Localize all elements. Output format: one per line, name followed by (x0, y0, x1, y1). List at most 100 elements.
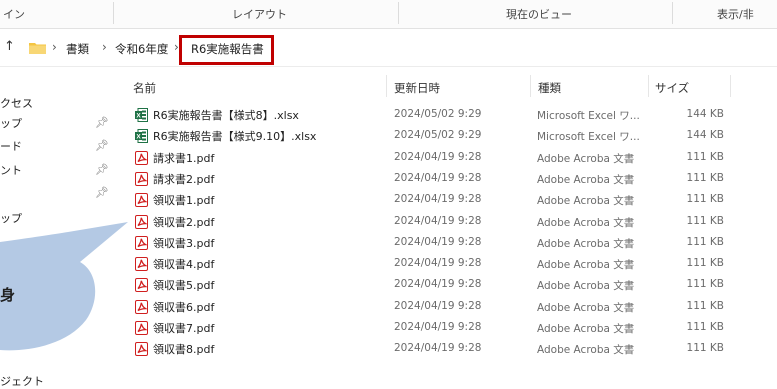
column-divider[interactable] (386, 75, 387, 97)
file-row[interactable]: 請求書1.pdf 2024/04/19 9:28 Adobe Acroba 文書 11… (116, 148, 777, 167)
file-row[interactable]: 領収書1.pdf 2024/04/19 9:28 Adobe Acroba 文書 11… (116, 190, 777, 209)
file-name[interactable]: 請求書2.pdf (153, 171, 214, 187)
file-name[interactable]: 領収書4.pdf (153, 256, 214, 272)
file-date: 2024/04/19 9:28 (394, 171, 482, 184)
file-row[interactable]: 領収書3.pdf 2024/04/19 9:28 Adobe Acroba 文書 11… (116, 233, 777, 252)
nav-item-desktop-2[interactable]: ップ (0, 210, 22, 226)
column-header-date[interactable]: 更新日時 (394, 80, 440, 96)
file-row[interactable]: X R6実施報告書【様式9.10】.xlsx 2024/05/02 9:29 Micr… (116, 126, 777, 145)
file-size: 111 KB (686, 214, 724, 227)
file-type: Adobe Acroba 文書 (537, 301, 635, 314)
file-name[interactable]: 領収書3.pdf (153, 235, 214, 251)
column-header-name[interactable]: 名前 (133, 80, 156, 96)
file-date: 2024/04/19 9:28 (394, 321, 482, 333)
pin-icon: 📌︎ (95, 116, 109, 129)
file-name[interactable]: 領収書1.pdf (153, 192, 214, 208)
nav-item-3d-objects[interactable]: ジェクト (0, 373, 44, 389)
breadcrumb-fiscal-year[interactable]: 令和6年度 (115, 41, 168, 57)
file-name[interactable]: R6実施報告書【様式9.10】.xlsx (153, 128, 316, 144)
pdf-icon (135, 299, 148, 314)
file-type: Adobe Acroba 文書 (537, 237, 635, 250)
nav-item-documents[interactable]: ント (0, 162, 22, 178)
file-date: 2024/04/19 9:28 (394, 235, 482, 248)
file-name[interactable]: 領収書2.pdf (153, 214, 214, 230)
column-header-size[interactable]: サイズ (655, 80, 689, 96)
file-date: 2024/04/19 9:28 (394, 150, 482, 163)
pdf-icon (135, 192, 148, 208)
breadcrumb-highlight-box (179, 35, 274, 65)
file-row[interactable]: 領収書4.pdf 2024/04/19 9:28 Adobe Acroba 文書 11… (116, 254, 777, 273)
up-arrow-icon[interactable]: ↑ (4, 39, 15, 54)
navigation-pane: クセス ップ 📌︎ ード 📌︎ ント 📌︎ 📌︎ ップ ジェクト (0, 68, 116, 388)
ribbon: イン レイアウト 現在のビュー 表示/非 (0, 0, 777, 29)
file-name[interactable]: 請求書1.pdf (153, 150, 214, 166)
pin-icon: 📌︎ (95, 186, 109, 199)
excel-icon: X (135, 128, 148, 144)
file-type: Adobe Acroba 文書 (537, 152, 635, 165)
file-row[interactable]: 請求書2.pdf 2024/04/19 9:28 Adobe Acroba 文書 11… (116, 169, 777, 188)
column-divider[interactable] (530, 75, 531, 97)
pdf-icon (135, 235, 148, 250)
file-name[interactable]: 領収書6.pdf (153, 299, 214, 315)
file-size: 111 KB (686, 299, 724, 312)
ribbon-group-layout-partial: イン (3, 8, 25, 21)
file-date: 2024/04/19 9:28 (394, 257, 482, 270)
svg-text:X: X (136, 113, 141, 120)
file-date: 2024/04/19 9:28 (394, 299, 482, 312)
file-size: 111 KB (686, 257, 724, 270)
file-name[interactable]: 領収書8.pdf (153, 341, 214, 357)
column-divider[interactable] (648, 75, 649, 97)
file-row[interactable]: 領収書7.pdf 2024/04/19 9:28 Adobe Acroba 文書 11… (116, 318, 777, 337)
nav-item-quick-access[interactable]: クセス (0, 95, 33, 111)
ribbon-separator (398, 2, 399, 24)
file-type: Adobe Acroba 文書 (537, 259, 635, 272)
file-type: Microsoft Excel ワ... (537, 131, 640, 144)
file-type: Adobe Acroba 文書 (537, 216, 635, 229)
pdf-icon (135, 341, 148, 357)
pdf-icon (135, 214, 148, 229)
ribbon-group-current-view: 現在のビュー (506, 8, 572, 21)
file-row[interactable]: 領収書5.pdf 2024/04/19 9:28 Adobe Acroba 文書 11… (116, 275, 777, 294)
ribbon-separator (113, 2, 114, 24)
nav-item-desktop[interactable]: ップ (0, 115, 22, 131)
pdf-icon (135, 256, 148, 272)
folder-icon (29, 43, 46, 54)
file-size: 111 KB (686, 150, 724, 163)
file-row[interactable]: 領収書2.pdf 2024/04/19 9:28 Adobe Acroba 文書 11… (116, 212, 777, 231)
ribbon-group-layout: レイアウト (232, 8, 287, 21)
breadcrumb-documents[interactable]: 書類 (66, 41, 89, 57)
file-type: Adobe Acroba 文書 (537, 344, 635, 357)
file-name[interactable]: 領収書7.pdf (153, 320, 214, 336)
svg-text:X: X (136, 134, 141, 141)
excel-icon: X (135, 107, 148, 122)
file-size: 111 KB (686, 342, 724, 355)
file-size: 111 KB (686, 278, 724, 291)
address-bar[interactable]: ↑ › 書類 › 令和6年度 › R6実施報告書 (0, 30, 777, 67)
file-name[interactable]: 領収書5.pdf (153, 277, 214, 293)
file-type: Adobe Acroba 文書 (537, 323, 635, 335)
pdf-icon (135, 171, 148, 186)
column-divider[interactable] (730, 75, 731, 97)
file-size: 111 KB (686, 321, 724, 333)
file-size: 111 KB (686, 193, 724, 206)
file-date: 2024/04/19 9:28 (394, 193, 482, 206)
file-type: Microsoft Excel ワ... (537, 110, 640, 122)
file-date: 2024/05/02 9:29 (394, 108, 482, 120)
file-row[interactable]: 領収書6.pdf 2024/04/19 9:28 Adobe Acroba 文書 11… (116, 297, 777, 316)
file-size: 144 KB (686, 108, 724, 120)
chevron-right-icon[interactable]: › (102, 40, 107, 54)
callout-text: 身 (0, 286, 16, 304)
file-date: 2024/04/19 9:28 (394, 278, 482, 291)
file-type: Adobe Acroba 文書 (537, 280, 635, 293)
pdf-icon (135, 150, 148, 165)
pdf-icon (135, 320, 148, 335)
file-size: 111 KB (686, 171, 724, 184)
file-name[interactable]: R6実施報告書【様式8】.xlsx (153, 107, 299, 123)
file-row[interactable]: X R6実施報告書【様式8】.xlsx 2024/05/02 9:29 Microso… (116, 105, 777, 124)
chevron-right-icon[interactable]: › (52, 40, 57, 54)
ribbon-separator (672, 2, 673, 24)
nav-item-downloads[interactable]: ード (0, 138, 22, 154)
file-row[interactable]: 領収書8.pdf 2024/04/19 9:28 Adobe Acroba 文書 11… (116, 339, 777, 358)
column-header-type[interactable]: 種類 (538, 80, 561, 96)
file-date: 2024/04/19 9:28 (394, 342, 482, 355)
